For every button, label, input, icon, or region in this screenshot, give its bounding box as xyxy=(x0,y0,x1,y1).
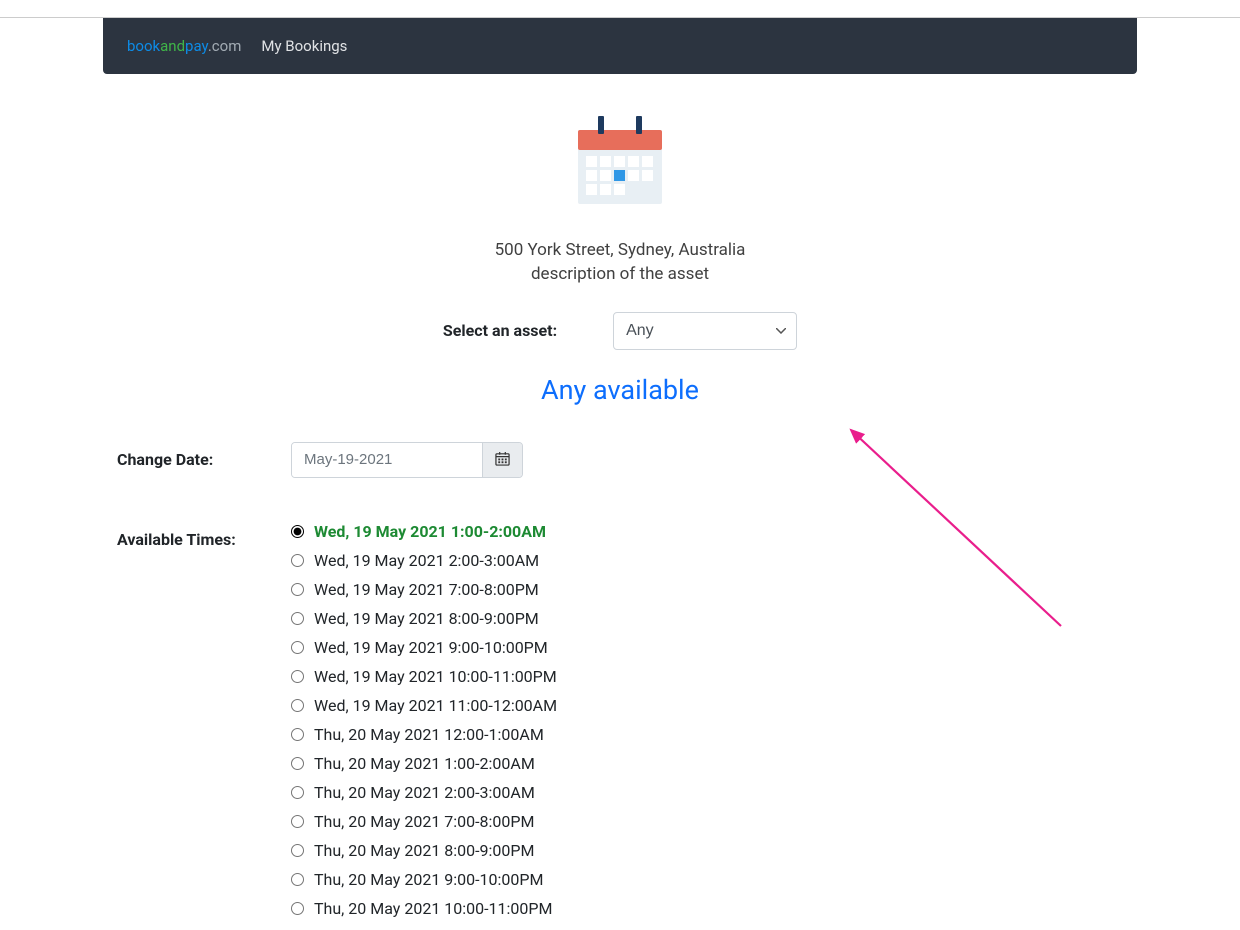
time-radio[interactable] xyxy=(291,554,304,567)
time-radio[interactable] xyxy=(291,844,304,857)
time-radio[interactable] xyxy=(291,699,304,712)
time-label[interactable]: Thu, 20 May 2021 2:00-3:00AM xyxy=(314,783,535,802)
change-date-label: Change Date: xyxy=(117,450,213,469)
time-radio[interactable] xyxy=(291,902,304,915)
asset-description: description of the asset xyxy=(103,264,1137,284)
brand-part2: and xyxy=(160,37,185,55)
time-label[interactable]: Thu, 20 May 2021 8:00-9:00PM xyxy=(314,841,534,860)
time-option[interactable]: Thu, 20 May 2021 12:00-1:00AM xyxy=(291,725,1137,744)
time-radio[interactable] xyxy=(291,873,304,886)
time-option[interactable]: Thu, 20 May 2021 2:00-3:00AM xyxy=(291,783,1137,802)
time-radio[interactable] xyxy=(291,786,304,799)
nav-my-bookings[interactable]: My Bookings xyxy=(261,37,347,55)
time-option[interactable]: Thu, 20 May 2021 8:00-9:00PM xyxy=(291,841,1137,860)
time-label[interactable]: Wed, 19 May 2021 8:00-9:00PM xyxy=(314,609,539,628)
location-address: 500 York Street, Sydney, Australia xyxy=(103,238,1137,264)
date-input[interactable] xyxy=(292,443,482,477)
navbar: bookandpay.com My Bookings xyxy=(103,18,1137,74)
time-option[interactable]: Wed, 19 May 2021 11:00-12:00AM xyxy=(291,696,1137,715)
page-subtitle: Any available xyxy=(103,374,1137,406)
time-option[interactable]: Thu, 20 May 2021 7:00-8:00PM xyxy=(291,812,1137,831)
time-label[interactable]: Wed, 19 May 2021 11:00-12:00AM xyxy=(314,696,557,715)
time-option[interactable]: Wed, 19 May 2021 10:00-11:00PM xyxy=(291,667,1137,686)
calendar-illustration xyxy=(103,112,1137,214)
brand-part1: book xyxy=(127,37,160,55)
time-label[interactable]: Thu, 20 May 2021 1:00-2:00AM xyxy=(314,754,535,773)
date-input-group xyxy=(291,442,523,478)
time-label[interactable]: Thu, 20 May 2021 7:00-8:00PM xyxy=(314,812,534,831)
brand-part3: pay xyxy=(185,37,208,55)
time-radio[interactable] xyxy=(291,525,304,538)
brand-logo[interactable]: bookandpay.com xyxy=(127,37,241,55)
available-times-label: Available Times: xyxy=(117,530,236,549)
time-label[interactable]: Thu, 20 May 2021 12:00-1:00AM xyxy=(314,725,544,744)
date-picker-button[interactable] xyxy=(482,443,522,477)
time-list: Wed, 19 May 2021 1:00-2:00AM Wed, 19 May … xyxy=(291,522,1137,918)
calendar-icon xyxy=(571,112,669,214)
time-option[interactable]: Thu, 20 May 2021 1:00-2:00AM xyxy=(291,754,1137,773)
time-option[interactable]: Wed, 19 May 2021 8:00-9:00PM xyxy=(291,609,1137,628)
select-asset-label: Select an asset: xyxy=(443,321,557,340)
time-label[interactable]: Wed, 19 May 2021 2:00-3:00AM xyxy=(314,551,539,570)
time-radio[interactable] xyxy=(291,815,304,828)
time-label[interactable]: Thu, 20 May 2021 10:00-11:00PM xyxy=(314,899,552,918)
time-radio[interactable] xyxy=(291,641,304,654)
time-option[interactable]: Thu, 20 May 2021 9:00-10:00PM xyxy=(291,870,1137,889)
time-label[interactable]: Thu, 20 May 2021 9:00-10:00PM xyxy=(314,870,543,889)
calendar-small-icon xyxy=(495,451,510,469)
time-radio[interactable] xyxy=(291,670,304,683)
time-label[interactable]: Wed, 19 May 2021 10:00-11:00PM xyxy=(314,667,557,686)
time-option[interactable]: Wed, 19 May 2021 1:00-2:00AM xyxy=(291,522,1137,541)
time-label[interactable]: Wed, 19 May 2021 7:00-8:00PM xyxy=(314,580,539,599)
time-option[interactable]: Wed, 19 May 2021 7:00-8:00PM xyxy=(291,580,1137,599)
time-option[interactable]: Wed, 19 May 2021 2:00-3:00AM xyxy=(291,551,1137,570)
time-radio[interactable] xyxy=(291,612,304,625)
asset-select[interactable]: Any xyxy=(613,312,797,350)
time-label[interactable]: Wed, 19 May 2021 1:00-2:00AM xyxy=(314,522,546,541)
brand-part4: .com xyxy=(208,37,242,55)
time-radio[interactable] xyxy=(291,583,304,596)
time-radio[interactable] xyxy=(291,757,304,770)
time-option[interactable]: Wed, 19 May 2021 9:00-10:00PM xyxy=(291,638,1137,657)
time-option[interactable]: Thu, 20 May 2021 10:00-11:00PM xyxy=(291,899,1137,918)
time-label[interactable]: Wed, 19 May 2021 9:00-10:00PM xyxy=(314,638,548,657)
time-radio[interactable] xyxy=(291,728,304,741)
